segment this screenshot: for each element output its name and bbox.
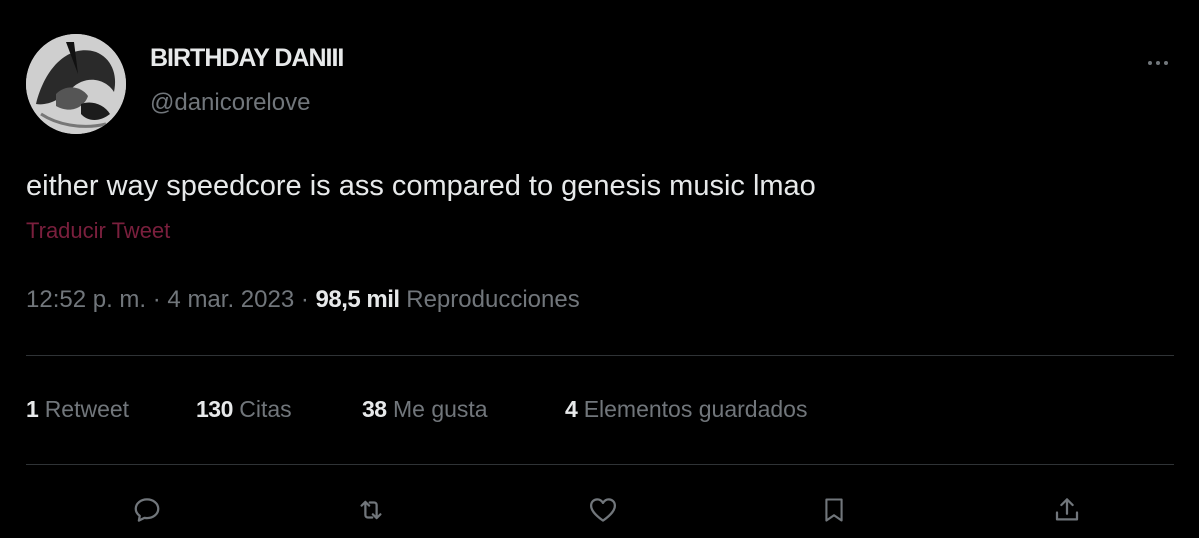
bookmark-button[interactable] [812, 488, 856, 532]
more-options-button[interactable] [1138, 48, 1178, 78]
share-button[interactable] [1045, 488, 1089, 532]
action-bar [0, 488, 1199, 532]
tweet: BIRTHDAY DANIII @danicorelove either way… [0, 0, 1199, 538]
avatar-image [26, 34, 126, 134]
translate-tweet-link[interactable]: Traducir Tweet [26, 218, 170, 244]
share-icon [1055, 498, 1079, 521]
like-button[interactable] [581, 488, 625, 532]
tweet-date[interactable]: 4 mar. 2023 [167, 286, 294, 313]
views-count: 98,5 mil [315, 286, 401, 313]
display-name[interactable]: BIRTHDAY DANIII [150, 44, 344, 73]
tweet-time[interactable]: 12:52 p. m. [26, 286, 146, 313]
reply-icon [134, 498, 160, 522]
meta-separator: · [300, 286, 309, 313]
tweet-text: either way speedcore is ass compared to … [26, 170, 816, 202]
reply-button[interactable] [125, 488, 169, 532]
retweet-button[interactable] [349, 488, 393, 532]
meta-separator: · [152, 286, 161, 313]
quotes-count: 130 [196, 396, 233, 422]
retweets-stat[interactable]: 1 Retweet [26, 396, 129, 423]
quotes-stat[interactable]: 130 Citas [196, 396, 292, 423]
retweet-icon [360, 500, 382, 520]
quotes-label: Citas [239, 396, 292, 422]
retweets-count: 1 [26, 396, 39, 422]
user-handle[interactable]: @danicorelove [150, 89, 310, 117]
tweet-meta: 12:52 p. m. · 4 mar. 2023 · 98,5 mil Rep… [26, 286, 580, 314]
more-horizontal-icon [1146, 61, 1170, 65]
avatar[interactable] [26, 34, 126, 134]
bookmark-icon [825, 498, 843, 522]
like-icon [590, 498, 616, 522]
retweets-label: Retweet [44, 396, 130, 422]
bookmarks-label: Elementos guardados [583, 396, 808, 422]
likes-label: Me gusta [392, 396, 488, 422]
likes-stat[interactable]: 38 Me gusta [362, 396, 488, 423]
bookmarks-stat[interactable]: 4 Elementos guardados [565, 396, 807, 423]
likes-count: 38 [362, 396, 387, 422]
divider [26, 355, 1174, 356]
bookmarks-count: 4 [565, 396, 578, 422]
views-label: Reproducciones [406, 286, 580, 313]
divider [26, 464, 1174, 465]
